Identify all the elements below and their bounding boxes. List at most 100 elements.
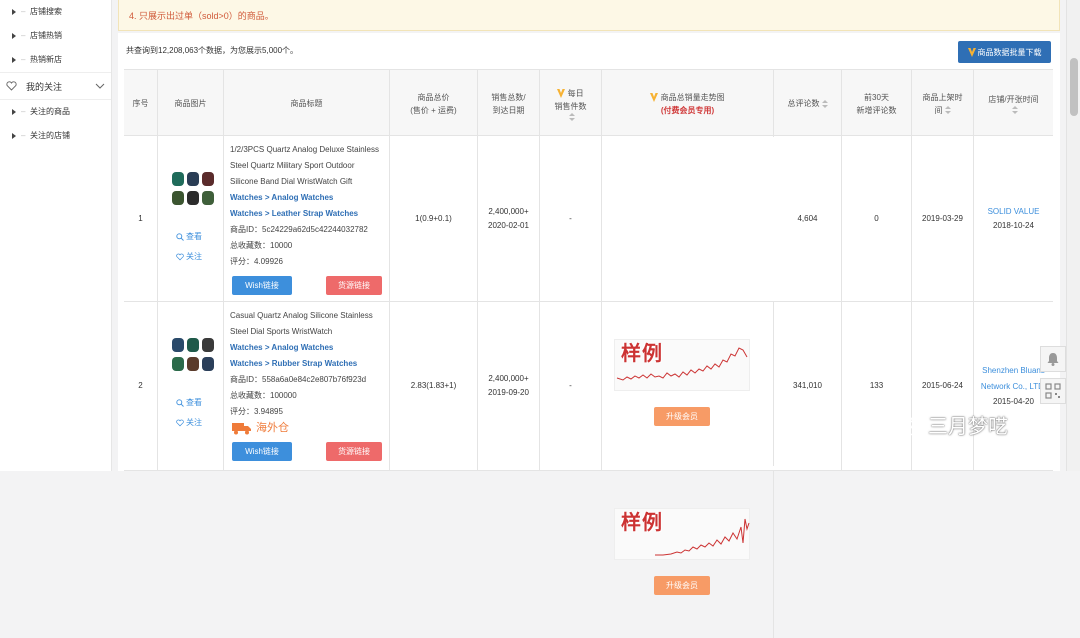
qr-code-button[interactable] xyxy=(1040,378,1066,404)
col-daily-sales[interactable]: 每日 销售件数 xyxy=(540,70,602,137)
search-icon xyxy=(176,399,184,407)
new-reviews: 133 xyxy=(842,302,912,470)
view-link[interactable]: 查看 xyxy=(176,230,202,244)
sidebar-group-label: 我的关注 xyxy=(26,82,63,92)
price: 2.83(1.83+1) xyxy=(390,302,478,470)
favorite-count: 总收藏数：10000 xyxy=(230,241,293,250)
col-listed-date[interactable]: 商品上架时 间 xyxy=(912,70,974,137)
expand-arrow-icon xyxy=(12,109,16,115)
shop-link[interactable]: Shenzhen Bluans Network Co., LTD. xyxy=(978,363,1049,395)
listed-date: 2015-06-24 xyxy=(912,302,974,470)
heart-icon xyxy=(176,253,184,261)
overseas-warehouse-badge: 海外仓 xyxy=(232,420,289,436)
row-index: 2 xyxy=(124,302,158,470)
notice-bar: 4. 只展示出过单（sold>0）的商品。 xyxy=(118,0,1060,31)
category-link[interactable]: Watches > Leather Strap Watches xyxy=(230,206,383,222)
category-link[interactable]: Watches > Rubber Strap Watches xyxy=(230,356,383,372)
sidebar-item-label: 店铺搜索 xyxy=(30,7,62,16)
listed-date: 2019-03-29 xyxy=(912,136,974,301)
daily-sales: - xyxy=(540,302,602,470)
sidebar-item-shop-hot[interactable]: – 店铺热销 xyxy=(0,24,111,48)
vertical-scrollbar[interactable] xyxy=(1066,0,1080,471)
follow-link[interactable]: 关注 xyxy=(176,416,202,430)
sidebar-item-followed-shops[interactable]: – 关注的店铺 xyxy=(0,124,111,148)
product-image-cell: 查看 关注 xyxy=(158,136,224,301)
main-panel: 共查询到12,208,063个数据，为您展示5,000个。 商品数据批量下载 序… xyxy=(118,33,1060,638)
sidebar-item-label: 关注的店铺 xyxy=(30,131,70,140)
notice-text: 4. 只展示出过单（sold>0）的商品。 xyxy=(129,11,274,21)
truck-icon xyxy=(232,422,251,434)
sort-icon[interactable] xyxy=(944,106,951,115)
product-title[interactable]: Casual Quartz Analog Silicone Stainless … xyxy=(230,308,383,340)
sidebar-group-my-follows[interactable]: 我的关注 xyxy=(0,72,111,100)
product-thumbnail[interactable] xyxy=(172,172,220,214)
total-reviews: 341,010 xyxy=(774,302,842,470)
bell-icon xyxy=(1047,353,1059,366)
search-icon xyxy=(176,233,184,241)
sold-cell: 2,400,000+ 2019-09-20 xyxy=(478,302,540,470)
col-shop[interactable]: 店铺/开张时间 xyxy=(974,70,1053,137)
view-link[interactable]: 查看 xyxy=(176,396,202,410)
table-header: 序号 商品图片 商品标题 商品总价 (售价 + 运费) 销售总数/到达日期 每日 … xyxy=(124,69,1053,137)
wish-link-button[interactable]: Wish链接 xyxy=(232,442,292,461)
col-sales-trend: 商品总销量走势图 (付费会员专用) xyxy=(602,70,774,137)
wechat-icon xyxy=(892,413,921,435)
vip-badge-icon xyxy=(967,47,976,57)
product-title[interactable]: 1/2/3PCS Quartz Analog Deluxe Stainless … xyxy=(230,142,383,190)
upgrade-member-button[interactable]: 升级会员 xyxy=(654,576,710,595)
sidebar-item-shop-search[interactable]: – 店铺搜索 xyxy=(0,0,111,24)
col-new-reviews[interactable]: 前30天 新增评论数 xyxy=(842,70,912,137)
sidebar-item-label: 关注的商品 xyxy=(30,107,70,116)
col-price[interactable]: 商品总价 (售价 + 运费) xyxy=(390,70,478,137)
product-thumbnail[interactable] xyxy=(172,338,220,380)
source-link-button[interactable]: 货源链接 xyxy=(326,442,382,461)
sample-watermark: 样例 xyxy=(621,510,663,534)
arrive-date: 2020-02-01 xyxy=(488,220,529,230)
shop-open-date: 2018-10-24 xyxy=(993,220,1034,230)
customer-service-button[interactable] xyxy=(1040,346,1066,372)
category-link[interactable]: Watches > Analog Watches xyxy=(230,340,383,356)
wish-link-button[interactable]: Wish链接 xyxy=(232,276,292,295)
col-reviews[interactable]: 总评论数 xyxy=(774,70,842,137)
scrollbar-thumb[interactable] xyxy=(1070,58,1078,116)
product-id: 商品ID：558a6a0e84c2e807b76f923d xyxy=(230,375,367,384)
expand-arrow-icon xyxy=(12,9,16,15)
sales-trend-cell: 样例 升级会员 xyxy=(602,470,774,638)
total-reviews: 4,604 xyxy=(774,136,842,301)
sales-trend-sample-chart: 样例 xyxy=(614,508,750,560)
follow-link[interactable]: 关注 xyxy=(176,250,202,264)
expand-arrow-icon xyxy=(12,133,16,139)
vip-badge-icon xyxy=(650,92,659,102)
sort-icon[interactable] xyxy=(821,99,828,108)
sort-icon[interactable] xyxy=(1011,106,1018,114)
new-reviews: 0 xyxy=(842,136,912,301)
heart-icon xyxy=(6,81,17,91)
sort-icon[interactable] xyxy=(568,112,575,121)
category-link[interactable]: Watches > Analog Watches xyxy=(230,190,383,206)
sold-total: 2,400,000+ xyxy=(488,374,529,383)
expand-arrow-icon xyxy=(12,57,16,63)
daily-sales: - xyxy=(540,136,602,301)
sidebar: – 店铺搜索 – 店铺热销 – 热销新店 我的关注 – 关注的商品 – 关注的店… xyxy=(0,0,112,471)
expand-arrow-icon xyxy=(12,33,16,39)
arrive-date: 2019-09-20 xyxy=(488,388,529,397)
price: 1(0.9+0.1) xyxy=(390,136,478,301)
col-title: 商品标题 xyxy=(224,70,390,137)
product-title-cell: Casual Quartz Analog Silicone Stainless … xyxy=(224,302,390,470)
shop-link[interactable]: SOLID VALUE xyxy=(988,205,1040,219)
rating: 评分：4.09926 xyxy=(230,257,283,266)
sold-cell: 2,400,000+ 2020-02-01 xyxy=(478,136,540,301)
qr-code-icon xyxy=(1045,383,1061,399)
sold-total: 2,400,000+ xyxy=(488,206,529,216)
source-link-button[interactable]: 货源链接 xyxy=(326,276,382,295)
row-index: 1 xyxy=(124,136,158,301)
sidebar-item-label: 热销新店 xyxy=(30,55,62,64)
sidebar-item-followed-products[interactable]: – 关注的商品 xyxy=(0,100,111,124)
sidebar-item-label: 店铺热销 xyxy=(30,31,62,40)
sidebar-item-hot-new-shops[interactable]: – 热销新店 xyxy=(0,48,111,72)
col-sold[interactable]: 销售总数/到达日期 xyxy=(478,70,540,137)
batch-download-button[interactable]: 商品数据批量下载 xyxy=(958,41,1051,63)
product-title-cell: 1/2/3PCS Quartz Analog Deluxe Stainless … xyxy=(224,136,390,301)
favorite-count: 总收藏数：100000 xyxy=(230,391,297,400)
shop-cell: SOLID VALUE 2018-10-24 xyxy=(974,136,1053,301)
